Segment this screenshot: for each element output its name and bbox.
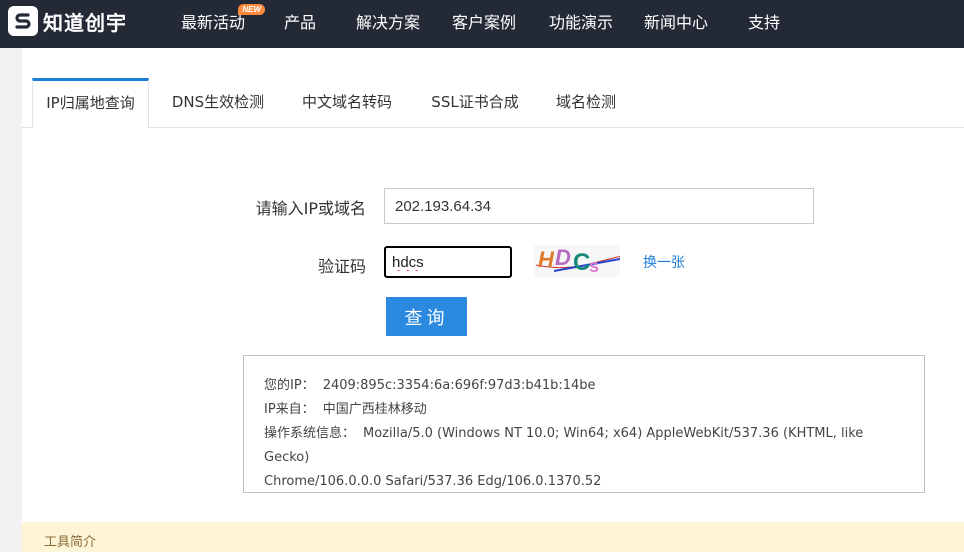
- nav-item-latest-events[interactable]: 最新活动 NEW: [181, 4, 266, 33]
- tab-dns-check[interactable]: DNS生效检测: [164, 78, 272, 127]
- main-panel: IP归属地查询 DNS生效检测 中文域名转码 SSL证书合成 域名检测 请输入I…: [22, 48, 964, 552]
- tab-bar: IP归属地查询 DNS生效检测 中文域名转码 SSL证书合成 域名检测: [22, 78, 964, 128]
- your-ip-value: 2409:895c:3354:6a:696f:97d3:b41b:14be: [322, 378, 596, 393]
- result-ip-row: 您的IP： 2409:895c:3354:6a:696f:97d3:b41b:14…: [264, 374, 904, 398]
- s-logo-icon: [8, 6, 38, 36]
- query-button[interactable]: 查询: [386, 297, 467, 336]
- nav-item-support[interactable]: 支持: [748, 9, 780, 33]
- svg-text:H: H: [538, 247, 555, 272]
- nav-item-news[interactable]: 新闻中心: [644, 9, 708, 33]
- os-info-line2: Chrome/106.0.0.0 Safari/537.36 Edg/106.0…: [264, 474, 602, 489]
- your-ip-label: 您的IP：: [264, 378, 315, 393]
- tab-chinese-domain[interactable]: 中文域名转码: [292, 78, 402, 127]
- nav-item-cases[interactable]: 客户案例: [452, 9, 516, 33]
- ip-input[interactable]: [384, 188, 814, 224]
- captcha-label: 验证码: [317, 257, 366, 276]
- ip-source-label: IP来自：: [264, 402, 315, 417]
- svg-text:C: C: [573, 249, 590, 276]
- os-info-label: 操作系统信息：: [264, 426, 356, 441]
- captcha-input[interactable]: [384, 246, 512, 278]
- top-nav: 知道创宇 最新活动 NEW 产品 解决方案 客户案例 功能演示 新闻中心 支持: [0, 0, 964, 48]
- tab-ip-lookup[interactable]: IP归属地查询: [32, 78, 149, 128]
- nav-item-demos[interactable]: 功能演示: [549, 9, 613, 33]
- new-badge: NEW: [238, 4, 266, 15]
- svg-text:D: D: [555, 245, 571, 270]
- tab-ssl-merge[interactable]: SSL证书合成: [421, 78, 529, 127]
- nav-item-solutions[interactable]: 解决方案: [356, 9, 420, 33]
- tool-intro-bar: 工具简介: [22, 522, 964, 552]
- ip-source-value: 中国广西桂林移动: [322, 402, 427, 417]
- svg-text:s: s: [589, 256, 599, 276]
- captcha-image[interactable]: H D C s: [534, 245, 621, 277]
- tab-domain-check[interactable]: 域名检测: [548, 78, 624, 127]
- refresh-captcha-link[interactable]: 换一张: [643, 252, 685, 272]
- nav-item-products[interactable]: 产品: [284, 9, 316, 33]
- nav-item-label: 最新活动: [181, 13, 246, 32]
- result-os-row: 操作系统信息： Mozilla/5.0 (Windows NT 10.0; Win…: [264, 422, 904, 470]
- brand-logo[interactable]: 知道创宇: [8, 6, 127, 36]
- brand-name: 知道创宇: [43, 10, 127, 35]
- result-box: 您的IP： 2409:895c:3354:6a:696f:97d3:b41b:14…: [243, 355, 925, 493]
- ip-label: 请输入IP或域名: [255, 199, 366, 218]
- result-source-row: IP来自： 中国广西桂林移动: [264, 398, 904, 422]
